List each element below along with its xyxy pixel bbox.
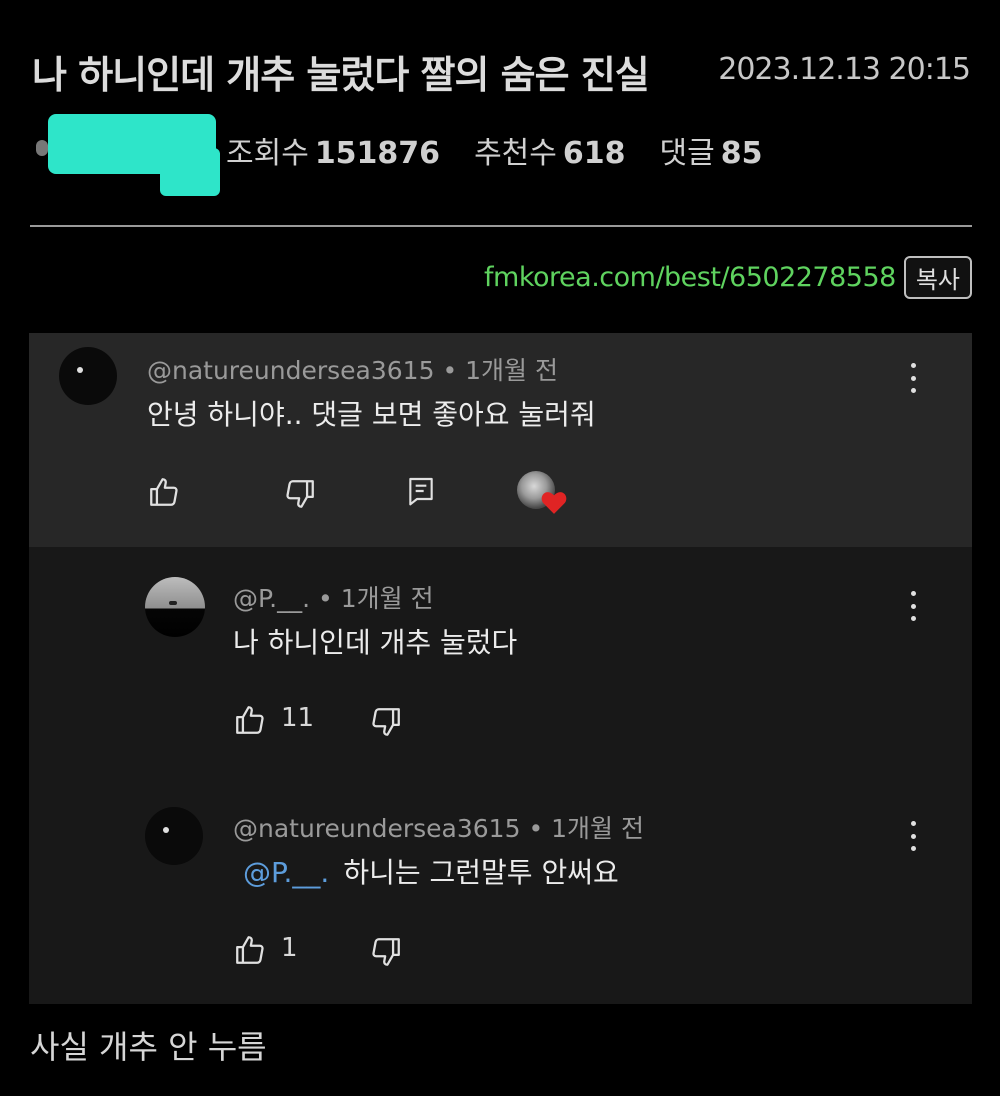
main-comment: @natureundersea3615 • 1개월 전 안녕 하니야.. 댓글 …	[29, 333, 972, 547]
page: 나 하니인데 개추 눌렀다 짤의 숨은 진실 2023.12.13 20:15 …	[0, 0, 1000, 1096]
like-icon[interactable]	[233, 703, 267, 737]
copy-link-button[interactable]: 복사	[903, 256, 972, 299]
reply-icon[interactable]	[405, 475, 437, 507]
dislike-icon[interactable]	[369, 705, 403, 739]
recommend-label: 추천수	[474, 136, 557, 171]
more-icon[interactable]	[909, 591, 917, 621]
post-link-row: fmkorea.com/best/6502278558 복사	[484, 256, 972, 299]
reply-mention[interactable]: @P.__.	[243, 856, 329, 889]
reply-author[interactable]: @P.__.	[233, 584, 310, 613]
header-divider	[30, 225, 972, 227]
views-label: 조회수	[226, 136, 309, 171]
comments-label: 댓글	[659, 136, 715, 171]
reply-time: • 1개월 전	[528, 814, 644, 843]
comment-text: 안녕 하니야.. 댓글 보면 좋아요 눌러줘	[147, 398, 596, 431]
dislike-icon[interactable]	[369, 935, 403, 969]
comment-screenshot: @natureundersea3615 • 1개월 전 안녕 하니야.. 댓글 …	[29, 333, 972, 1004]
post-link[interactable]: fmkorea.com/best/6502278558	[484, 262, 896, 293]
reply-avatar[interactable]	[145, 807, 203, 865]
post-body-text: 사실 개추 안 누름	[30, 1028, 267, 1066]
post-date: 2023.12.13 20:15	[718, 52, 971, 87]
commenter-avatar[interactable]	[59, 347, 117, 405]
reply-time: • 1개월 전	[318, 584, 434, 613]
reply-text-row: @P.__. 하니는 그런말투 안써요	[243, 851, 619, 891]
comments-count: 85	[720, 136, 763, 171]
views-count: 151876	[314, 136, 441, 171]
post-stats: 조회수 151876 추천수 618 댓글 85	[226, 128, 762, 172]
reply-text: 나 하니인데 개추 눌렀다	[233, 626, 518, 659]
like-icon[interactable]	[147, 475, 181, 509]
more-icon[interactable]	[909, 363, 917, 393]
like-icon[interactable]	[233, 933, 267, 967]
author-avatar	[36, 140, 48, 156]
avatar-eye	[163, 827, 169, 833]
recommend-count: 618	[562, 136, 626, 171]
comment-meta: @natureundersea3615 • 1개월 전	[147, 351, 558, 387]
avatar-mark	[169, 601, 177, 605]
creator-heart-icon	[541, 492, 567, 514]
reply-avatar[interactable]	[145, 577, 205, 637]
post-title: 나 하니인데 개추 눌렀다 짤의 숨은 진실	[32, 53, 650, 97]
like-count: 1	[281, 933, 298, 963]
avatar-eye	[77, 367, 83, 373]
comments-stat: 댓글 85	[660, 128, 763, 172]
author-censor-block-2	[160, 148, 220, 196]
dislike-icon[interactable]	[283, 477, 317, 511]
reply-meta: @natureundersea3615 • 1개월 전	[233, 809, 644, 845]
comment-time: • 1개월 전	[442, 356, 558, 385]
more-icon[interactable]	[909, 821, 917, 851]
reply-author[interactable]: @natureundersea3615	[233, 814, 521, 843]
recommend-stat: 추천수 618	[474, 128, 625, 172]
like-count: 11	[281, 703, 315, 733]
comment-author[interactable]: @natureundersea3615	[147, 356, 435, 385]
reply-meta: @P.__. • 1개월 전	[233, 579, 434, 615]
views-stat: 조회수 151876	[226, 128, 440, 172]
reply-text: 하니는 그런말투 안써요	[343, 856, 619, 889]
